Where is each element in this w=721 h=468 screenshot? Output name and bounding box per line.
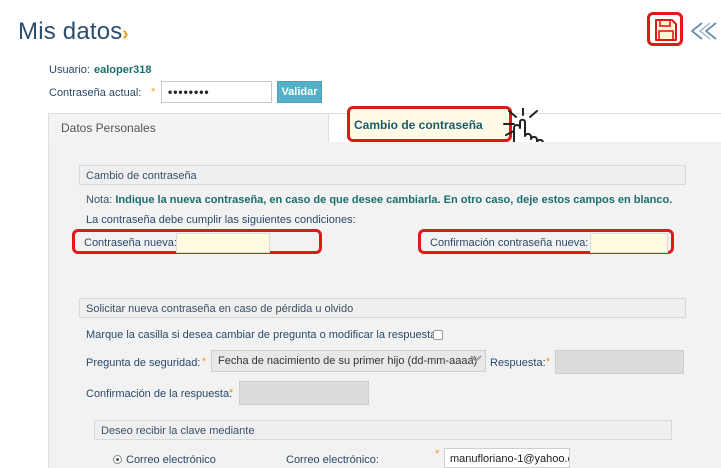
security-question-select[interactable]: Fecha de nacimiento de su primer hijo (d… [211,350,486,372]
back-icon[interactable] [688,20,718,45]
required-marker: * [546,356,551,368]
chevron-right-icon: › [122,23,129,45]
current-password-label: Contraseña actual: [49,87,142,99]
page-title: Mis datos [18,18,123,45]
email-label: Correo electrónico: [286,454,379,466]
new-password-label: Contraseña nueva: [84,237,177,249]
confirm-answer-label: Confirmación de la respuesta: [86,388,233,400]
email-input[interactable]: manufloriano-1@yahoo.c [444,448,570,468]
radio-email-label: Correo electrónico [126,454,216,466]
conditions-text: La contraseña debe cumplir las siguiente… [86,214,356,226]
note: Nota: Indique la nueva contraseña, en ca… [86,194,672,206]
user-value: ealoper318 [94,64,152,76]
section-header-recovery: Solicitar nueva contraseña en caso de pé… [79,298,686,318]
required-marker: * [202,356,207,368]
radio-email[interactable] [113,455,122,464]
user-label: Usuario: [49,64,90,76]
answer-label: Respuesta: [490,357,546,369]
note-text: Indique la nueva contraseña, en caso de … [115,194,673,206]
section-header-delivery: Deseo recibir la clave mediante [94,420,672,440]
section-header-cambio: Cambio de contraseña [79,165,686,185]
confirm-answer-input[interactable] [239,381,369,405]
required-marker: * [229,387,234,399]
confirm-password-input[interactable] [590,233,668,253]
change-question-label: Marque la casilla si desea cambiar de pr… [86,329,440,341]
note-label: Nota: [86,194,113,206]
tab-cambio-contrasena[interactable]: Cambio de contraseña [354,118,483,132]
answer-input[interactable] [555,350,684,374]
new-password-input[interactable] [176,233,270,253]
security-question-label: Pregunta de seguridad: [86,357,201,369]
current-password-input[interactable]: •••••••• [161,81,272,103]
confirm-password-label: Confirmación contraseña nueva: [430,237,589,249]
change-question-checkbox[interactable] [433,330,443,340]
validate-button[interactable]: Validar [277,81,322,103]
required-marker: * [435,448,440,460]
required-marker: * [151,86,156,98]
tab-datos-personales[interactable]: Datos Personales [48,113,329,143]
chevron-down-icon[interactable] [470,355,482,366]
save-icon[interactable] [654,18,678,45]
